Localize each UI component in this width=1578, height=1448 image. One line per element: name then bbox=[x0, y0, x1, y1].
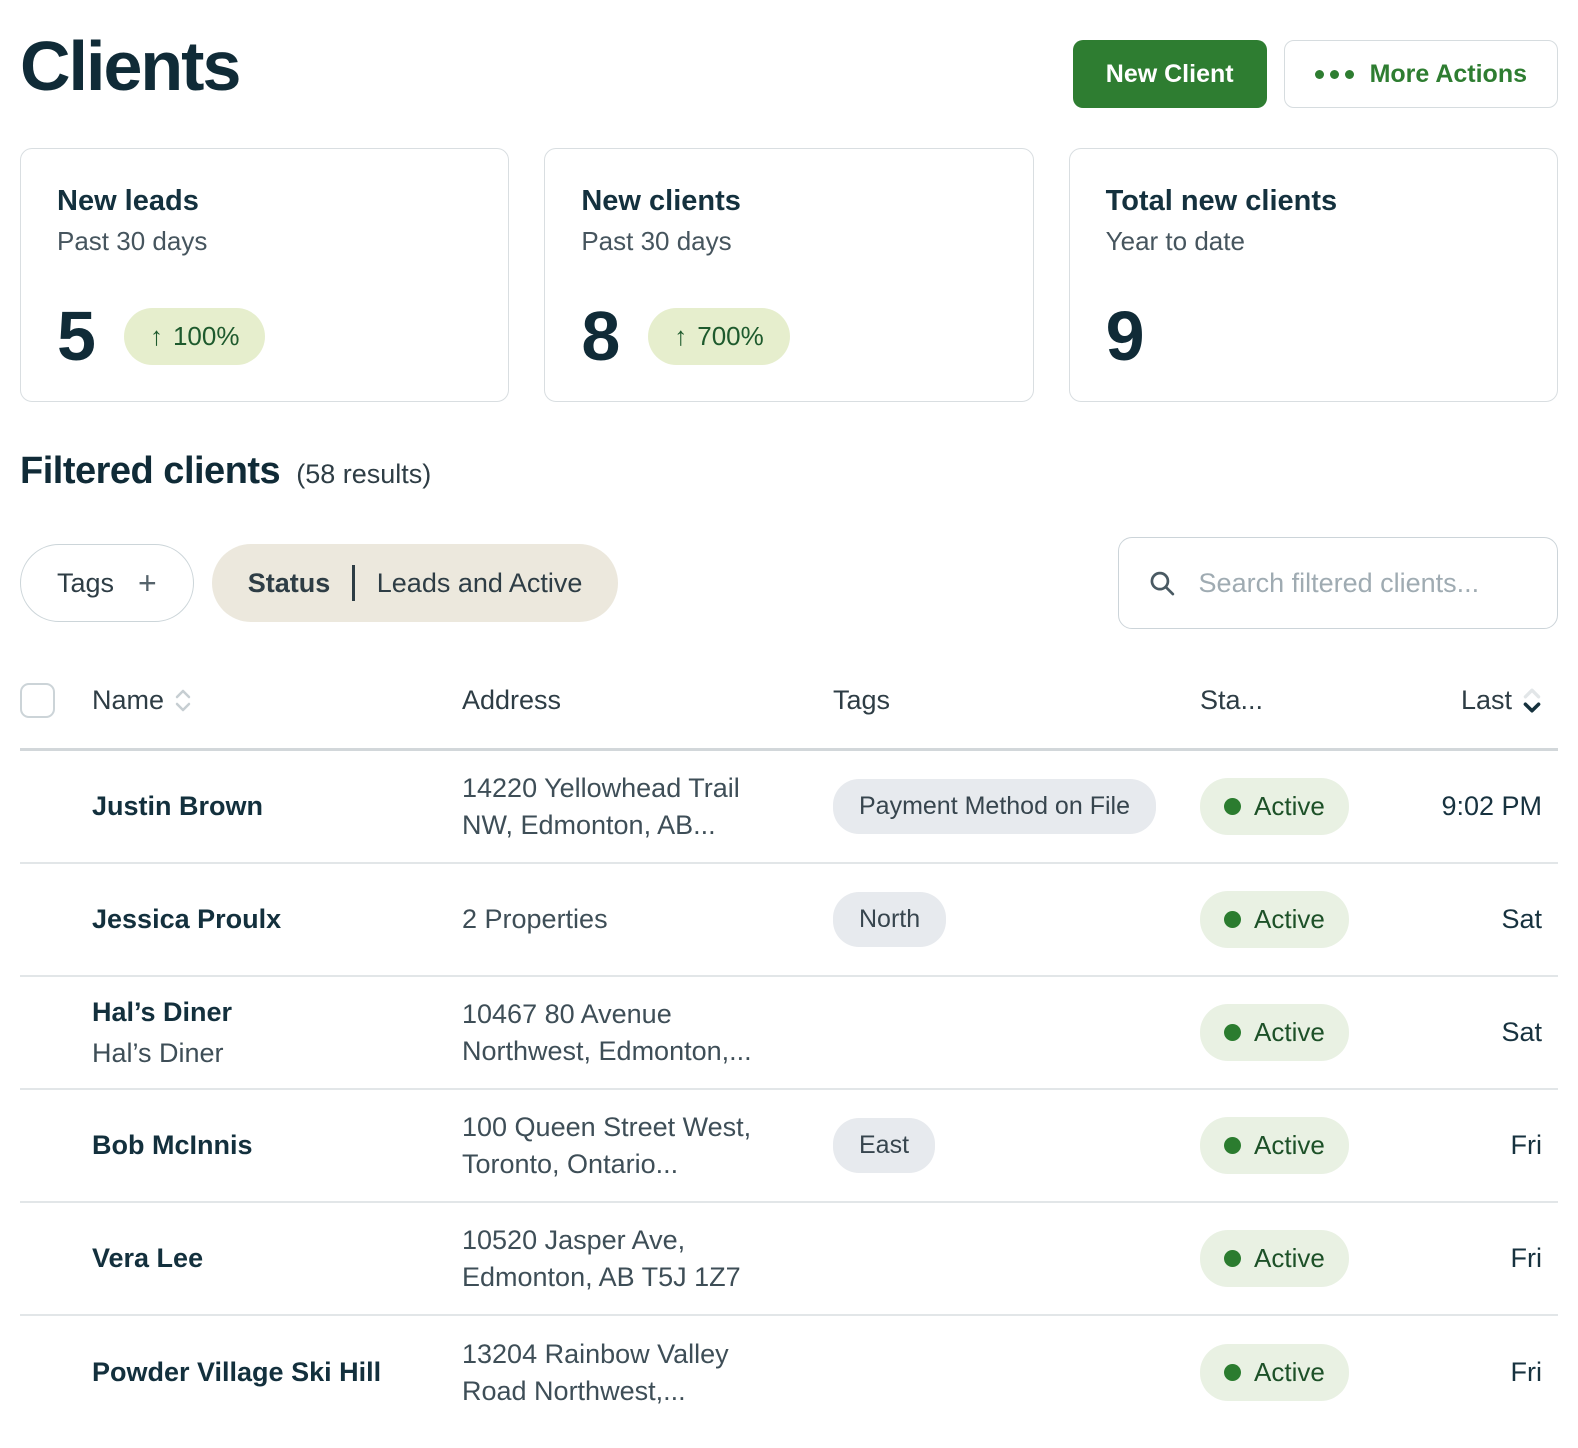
status-badge: Active bbox=[1200, 778, 1349, 835]
stat-subtitle: Year to date bbox=[1106, 226, 1521, 257]
status-dot-icon bbox=[1224, 1364, 1241, 1381]
status-filter-value: Leads and Active bbox=[377, 568, 583, 599]
search-input[interactable] bbox=[1197, 567, 1529, 600]
sort-icon bbox=[174, 689, 192, 712]
more-actions-label: More Actions bbox=[1370, 60, 1527, 89]
client-name[interactable]: Hal’s Diner bbox=[92, 997, 462, 1028]
status-dot-icon bbox=[1224, 911, 1241, 928]
column-header-name[interactable]: Name bbox=[92, 685, 192, 716]
status-badge: Active bbox=[1200, 1117, 1349, 1174]
status-dot-icon bbox=[1224, 1024, 1241, 1041]
select-all-checkbox[interactable] bbox=[20, 683, 55, 718]
column-header-address[interactable]: Address bbox=[462, 685, 833, 716]
stat-value: 9 bbox=[1106, 301, 1145, 371]
stat-delta-badge: ↑100% bbox=[124, 308, 266, 365]
section-title: Filtered clients bbox=[20, 450, 280, 493]
status-dot-icon bbox=[1224, 798, 1241, 815]
status-badge: Active bbox=[1200, 1004, 1349, 1061]
last-activity: Fri bbox=[1404, 1130, 1558, 1161]
client-address: 100 Queen Street West, Toronto, Ontario.… bbox=[462, 1109, 833, 1182]
stat-title: New leads bbox=[57, 185, 472, 218]
filtered-clients-heading: Filtered clients (58 results) bbox=[20, 450, 1558, 493]
status-badge: Active bbox=[1200, 1230, 1349, 1287]
arrow-up-icon: ↑ bbox=[150, 321, 163, 352]
client-address: 10520 Jasper Ave, Edmonton, AB T5J 1Z7 bbox=[462, 1222, 833, 1295]
status-dot-icon bbox=[1224, 1137, 1241, 1154]
stat-title: New clients bbox=[581, 185, 996, 218]
arrow-up-icon: ↑ bbox=[674, 321, 687, 352]
header-actions: New Client More Actions bbox=[1073, 30, 1558, 108]
column-header-status[interactable]: Sta... bbox=[1200, 685, 1404, 716]
tag-pill: North bbox=[833, 892, 946, 947]
last-activity: Sat bbox=[1404, 1017, 1558, 1048]
status-filter-label: Status bbox=[248, 568, 331, 599]
status-badge: Active bbox=[1200, 891, 1349, 948]
stat-value: 8 bbox=[581, 301, 620, 371]
client-company: Hal’s Diner bbox=[92, 1038, 462, 1069]
ellipsis-icon bbox=[1315, 70, 1354, 79]
client-address: 14220 Yellowhead Trail NW, Edmonton, AB.… bbox=[462, 770, 833, 843]
client-name[interactable]: Justin Brown bbox=[92, 791, 462, 822]
tag-pill: East bbox=[833, 1118, 935, 1173]
status-badge: Active bbox=[1200, 1344, 1349, 1401]
column-header-tags[interactable]: Tags bbox=[833, 685, 1200, 716]
tags-filter-label: Tags bbox=[57, 568, 114, 599]
search-icon bbox=[1147, 566, 1177, 600]
last-activity: Fri bbox=[1404, 1357, 1558, 1388]
more-actions-button[interactable]: More Actions bbox=[1284, 40, 1558, 108]
page-header: Clients New Client More Actions bbox=[20, 0, 1558, 108]
last-activity: 9:02 PM bbox=[1404, 791, 1558, 822]
new-client-button[interactable]: New Client bbox=[1073, 40, 1267, 108]
stat-delta-badge: ↑700% bbox=[648, 308, 790, 365]
results-count: (58 results) bbox=[296, 459, 431, 490]
stat-subtitle: Past 30 days bbox=[581, 226, 996, 257]
client-address: 13204 Rainbow Valley Road Northwest,... bbox=[462, 1336, 833, 1409]
tags-filter-pill[interactable]: Tags + bbox=[20, 544, 194, 622]
table-row[interactable]: Justin Brown 14220 Yellowhead Trail NW, … bbox=[20, 751, 1558, 864]
stat-subtitle: Past 30 days bbox=[57, 226, 472, 257]
page-title: Clients bbox=[20, 30, 239, 104]
stat-value: 5 bbox=[57, 301, 96, 371]
stat-cards: New leads Past 30 days 5 ↑100% New clien… bbox=[20, 148, 1558, 402]
stat-title: Total new clients bbox=[1106, 185, 1521, 218]
client-name[interactable]: Powder Village Ski Hill bbox=[92, 1357, 462, 1388]
clients-table: Name Address Tags Sta... Last Justi bbox=[20, 657, 1558, 1429]
last-activity: Fri bbox=[1404, 1243, 1558, 1274]
last-activity: Sat bbox=[1404, 904, 1558, 935]
status-filter-pill[interactable]: Status Leads and Active bbox=[212, 544, 619, 622]
tag-pill: Payment Method on File bbox=[833, 779, 1156, 834]
client-name[interactable]: Jessica Proulx bbox=[92, 904, 462, 935]
table-row[interactable]: Bob McInnis 100 Queen Street West, Toron… bbox=[20, 1090, 1558, 1203]
client-address: 10467 80 Avenue Northwest, Edmonton,... bbox=[462, 996, 833, 1069]
clients-page: Clients New Client More Actions New lead… bbox=[0, 0, 1578, 1429]
stat-card-new-leads: New leads Past 30 days 5 ↑100% bbox=[20, 148, 509, 402]
plus-icon: + bbox=[138, 567, 157, 599]
table-row[interactable]: Vera Lee 10520 Jasper Ave, Edmonton, AB … bbox=[20, 1203, 1558, 1316]
client-name[interactable]: Bob McInnis bbox=[92, 1130, 462, 1161]
table-row[interactable]: Hal’s Diner Hal’s Diner 10467 80 Avenue … bbox=[20, 977, 1558, 1090]
column-header-last[interactable]: Last bbox=[1404, 685, 1558, 716]
sort-desc-icon bbox=[1522, 688, 1542, 713]
search-box[interactable] bbox=[1118, 537, 1558, 629]
status-dot-icon bbox=[1224, 1250, 1241, 1267]
filter-bar: Tags + Status Leads and Active bbox=[20, 537, 1558, 629]
table-row[interactable]: Powder Village Ski Hill 13204 Rainbow Va… bbox=[20, 1316, 1558, 1429]
stat-card-total-new-clients: Total new clients Year to date 9 bbox=[1069, 148, 1558, 402]
client-name[interactable]: Vera Lee bbox=[92, 1243, 462, 1274]
client-address: 2 Properties bbox=[462, 901, 833, 937]
stat-card-new-clients: New clients Past 30 days 8 ↑700% bbox=[544, 148, 1033, 402]
table-row[interactable]: Jessica Proulx 2 Properties North Active… bbox=[20, 864, 1558, 977]
pill-divider bbox=[352, 565, 355, 601]
table-header: Name Address Tags Sta... Last bbox=[20, 657, 1558, 751]
